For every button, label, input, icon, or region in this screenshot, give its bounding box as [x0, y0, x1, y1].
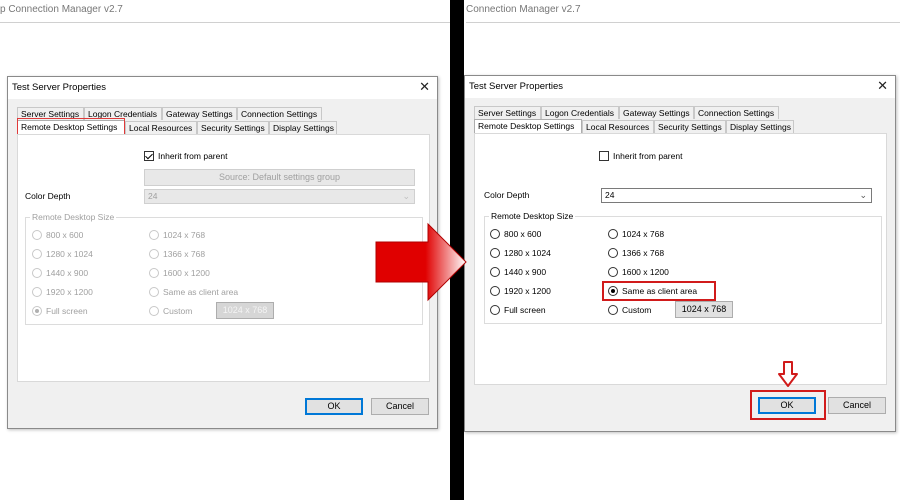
label-1600x1200: 1600 x 1200 — [163, 268, 210, 278]
tab-connection-settings[interactable]: Connection Settings — [694, 106, 779, 119]
ok-highlight-box — [750, 390, 826, 420]
tab-logon-credentials[interactable]: Logon Credentials — [541, 106, 619, 119]
dialog-title: Test Server Properties — [469, 81, 563, 92]
label-same-as-client: Same as client area — [163, 287, 239, 297]
radio-1024x768[interactable] — [608, 229, 618, 239]
color-depth-value: 24 — [605, 190, 615, 200]
radio-1600x1200[interactable] — [149, 268, 159, 278]
chevron-down-icon: ⌄ — [402, 191, 410, 201]
label-custom: Custom — [163, 306, 193, 316]
close-icon[interactable]: ✕ — [419, 79, 430, 95]
radio-800x600[interactable] — [490, 229, 500, 239]
tab-connection-settings[interactable]: Connection Settings — [237, 107, 322, 120]
tab-security-settings[interactable]: Security Settings — [654, 120, 726, 133]
tab-local-resources[interactable]: Local Resources — [582, 120, 654, 133]
same-as-client-highlight-box — [602, 281, 716, 301]
dialog-titlebar: Test Server Properties ✕ — [465, 76, 895, 98]
tab-panel: Inherit from parent Source: Default sett… — [17, 134, 430, 382]
tab-panel: Inherit from parent Color Depth 24 ⌄ Rem… — [474, 133, 887, 385]
dialog-title: Test Server Properties — [12, 82, 106, 93]
radio-1440x900[interactable] — [490, 267, 500, 277]
color-depth-label: Color Depth — [484, 190, 530, 200]
tab-display-settings[interactable]: Display Settings — [726, 120, 794, 133]
right-arrow-icon — [375, 222, 467, 302]
label-800x600: 800 x 600 — [504, 229, 542, 239]
tab-gateway-settings[interactable]: Gateway Settings — [162, 107, 237, 120]
label-1440x900: 1440 x 900 — [46, 268, 89, 278]
radio-1280x1024[interactable] — [32, 249, 42, 259]
label-1024x768: 1024 x 768 — [163, 230, 206, 240]
cancel-button[interactable]: Cancel — [371, 398, 429, 415]
cancel-button[interactable]: Cancel — [828, 397, 886, 414]
chevron-down-icon: ⌄ — [859, 190, 867, 200]
tab-security-settings[interactable]: Security Settings — [197, 121, 269, 134]
label-1920x1200: 1920 x 1200 — [46, 287, 93, 297]
title-divider-right — [466, 22, 900, 23]
inherit-label: Inherit from parent — [158, 151, 228, 161]
radio-same-as-client[interactable] — [149, 287, 159, 297]
app-title-left: p Connection Manager v2.7 — [0, 4, 123, 15]
app-title-right: Connection Manager v2.7 — [466, 4, 581, 15]
down-arrow-icon — [778, 361, 798, 387]
label-800x600: 800 x 600 — [46, 230, 84, 240]
inherit-checkbox[interactable] — [599, 151, 609, 161]
label-full-screen: Full screen — [46, 306, 88, 316]
tab-remote-desktop-settings[interactable]: Remote Desktop Settings — [474, 119, 582, 133]
radio-full-screen[interactable] — [490, 305, 500, 315]
title-divider-left — [0, 22, 450, 23]
color-depth-label: Color Depth — [25, 191, 71, 201]
ok-button[interactable]: OK — [305, 398, 363, 415]
inherit-label: Inherit from parent — [613, 151, 683, 161]
label-1280x1024: 1280 x 1024 — [504, 248, 551, 258]
label-1024x768: 1024 x 768 — [622, 229, 665, 239]
tab-display-settings[interactable]: Display Settings — [269, 121, 337, 134]
label-1366x768: 1366 x 768 — [163, 249, 206, 259]
radio-1366x768[interactable] — [149, 249, 159, 259]
custom-size-button[interactable]: 1024 x 768 — [216, 302, 274, 319]
color-depth-select[interactable]: 24 ⌄ — [144, 189, 415, 204]
radio-1600x1200[interactable] — [608, 267, 618, 277]
color-depth-value: 24 — [148, 191, 158, 201]
group-title: Remote Desktop Size — [30, 212, 117, 222]
radio-1920x1200[interactable] — [32, 287, 42, 297]
tab-server-settings[interactable]: Server Settings — [474, 106, 541, 119]
desktop-size-group: Remote Desktop Size 800 x 600 1280 x 102… — [25, 212, 423, 325]
radio-1440x900[interactable] — [32, 268, 42, 278]
radio-custom[interactable] — [608, 305, 618, 315]
label-1440x900: 1440 x 900 — [504, 267, 547, 277]
radio-1366x768[interactable] — [608, 248, 618, 258]
inherit-checkbox[interactable] — [144, 151, 154, 161]
desktop-size-group: Remote Desktop Size 800 x 600 1280 x 102… — [484, 211, 882, 324]
radio-1024x768[interactable] — [149, 230, 159, 240]
radio-800x600[interactable] — [32, 230, 42, 240]
radio-custom[interactable] — [149, 306, 159, 316]
tab-gateway-settings[interactable]: Gateway Settings — [619, 106, 694, 119]
color-depth-select[interactable]: 24 ⌄ — [601, 188, 872, 203]
close-icon[interactable]: ✕ — [877, 78, 888, 94]
label-1366x768: 1366 x 768 — [622, 248, 665, 258]
dialog-titlebar: Test Server Properties ✕ — [8, 77, 437, 99]
properties-dialog-after: Test Server Properties ✕ Server Settings… — [464, 75, 896, 432]
tab-local-resources[interactable]: Local Resources — [125, 121, 197, 134]
custom-size-button[interactable]: 1024 x 768 — [675, 301, 733, 318]
radio-1280x1024[interactable] — [490, 248, 500, 258]
group-title: Remote Desktop Size — [489, 211, 576, 221]
label-1280x1024: 1280 x 1024 — [46, 249, 93, 259]
radio-full-screen[interactable] — [32, 306, 42, 316]
label-1600x1200: 1600 x 1200 — [622, 267, 669, 277]
label-1920x1200: 1920 x 1200 — [504, 286, 551, 296]
source-settings-group-button[interactable]: Source: Default settings group — [144, 169, 415, 186]
label-custom: Custom — [622, 305, 652, 315]
label-full-screen: Full screen — [504, 305, 546, 315]
radio-1920x1200[interactable] — [490, 286, 500, 296]
